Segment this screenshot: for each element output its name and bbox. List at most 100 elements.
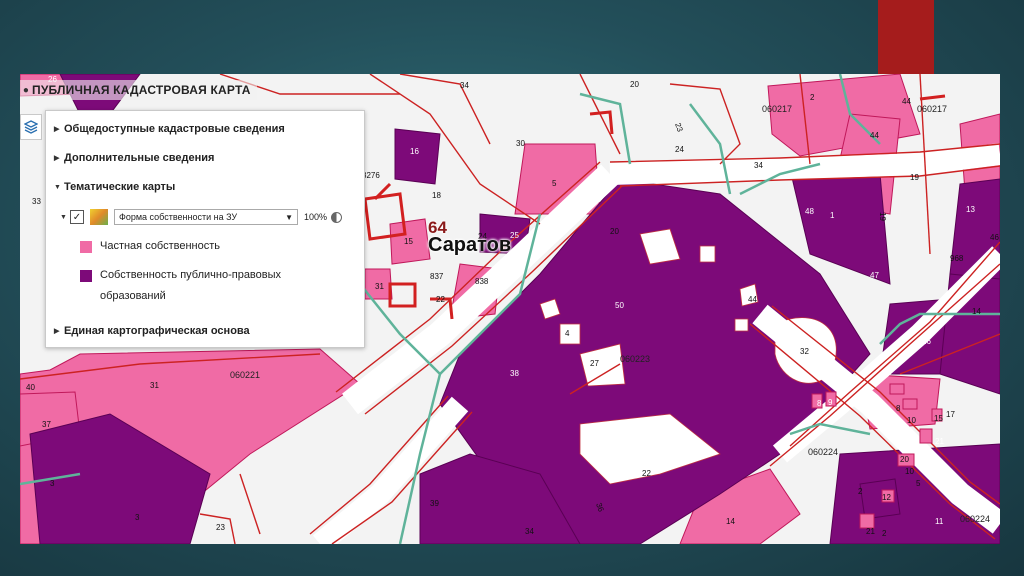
dropdown-arrow-icon: ▼ (285, 212, 293, 222)
red-decor-tab (878, 0, 934, 74)
svg-text:15: 15 (404, 237, 413, 246)
svg-text:27: 27 (590, 359, 599, 368)
svg-text:31: 31 (375, 282, 384, 291)
expand-arrow-icon: ▶ (54, 126, 60, 133)
section-label: Единая картографическая основа (64, 325, 250, 337)
section-base-map[interactable]: ▶ Единая картографическая основа (54, 325, 250, 337)
svg-text:3: 3 (50, 479, 55, 488)
section-label: Дополнительные сведения (64, 152, 215, 164)
svg-text:9: 9 (828, 398, 833, 407)
svg-text:14: 14 (972, 307, 981, 316)
svg-text:48: 48 (805, 207, 814, 216)
svg-text:23: 23 (216, 523, 225, 532)
svg-text:44: 44 (902, 97, 911, 106)
svg-text:13: 13 (966, 205, 975, 214)
svg-text:8: 8 (896, 404, 901, 413)
thematic-layer-row: ▼ ✓ Форма собственности на ЗУ ▼ 100% (60, 208, 343, 226)
svg-text:22: 22 (642, 469, 651, 478)
city-label: Саратов (428, 234, 512, 256)
svg-text:12: 12 (882, 493, 891, 502)
layer-thumbnail-icon (90, 209, 108, 225)
svg-text:30: 30 (516, 139, 525, 148)
svg-text:40: 40 (26, 383, 35, 392)
svg-text:50: 50 (615, 301, 624, 310)
svg-text:20: 20 (610, 227, 619, 236)
svg-text:21: 21 (935, 437, 944, 446)
opacity-toggle-icon[interactable] (331, 211, 343, 223)
parcel-16 (394, 128, 441, 185)
svg-text:24: 24 (675, 145, 684, 154)
legend-public: Собственность публично-правовых образова… (80, 269, 281, 307)
map-title-bar: ● ПУБЛИЧНАЯ КАДАСТРОВАЯ КАРТА (20, 80, 257, 100)
section-public-cadastral[interactable]: ▶ Общедоступные кадастровые сведения (54, 123, 285, 135)
ownership-select[interactable]: Форма собственности на ЗУ ▼ (114, 209, 298, 225)
app-title: ПУБЛИЧНАЯ КАДАСТРОВАЯ КАРТА (32, 83, 251, 97)
svg-text:44: 44 (748, 295, 757, 304)
svg-text:20: 20 (630, 80, 639, 89)
svg-text:20: 20 (900, 455, 909, 464)
svg-text:1: 1 (830, 211, 835, 220)
svg-text:14: 14 (726, 517, 735, 526)
svg-text:33: 33 (32, 197, 41, 206)
legend-private: Частная собственность (80, 240, 220, 257)
layer-checkbox[interactable]: ✓ (70, 210, 84, 224)
svg-text:47: 47 (870, 271, 879, 280)
select-value: Форма собственности на ЗУ (119, 212, 238, 222)
opacity-value: 100% (304, 212, 328, 222)
svg-text:22: 22 (436, 295, 445, 304)
svg-text:34: 34 (525, 527, 534, 536)
svg-text:18: 18 (432, 191, 441, 200)
svg-text:46: 46 (990, 233, 999, 242)
svg-text:060224: 060224 (808, 447, 838, 457)
legend-swatch-public (80, 270, 92, 282)
menu-dot-icon[interactable]: ● (20, 85, 32, 96)
svg-text:37: 37 (42, 420, 51, 429)
svg-text:19: 19 (910, 173, 919, 182)
svg-text:838: 838 (475, 277, 489, 286)
svg-text:17: 17 (946, 410, 955, 419)
svg-text:5: 5 (916, 479, 921, 488)
svg-text:19: 19 (878, 212, 887, 221)
svg-text:16: 16 (410, 147, 419, 156)
collapse-arrow-icon[interactable]: ▼ (60, 214, 70, 221)
svg-text:2: 2 (858, 487, 863, 496)
legend-label: Собственность публично-правовых образова… (100, 269, 282, 302)
svg-text:10: 10 (905, 467, 914, 476)
svg-text:5: 5 (552, 179, 557, 188)
legend-swatch-private (80, 241, 92, 253)
section-additional[interactable]: ▶ Дополнительные сведения (54, 152, 214, 164)
svg-text:15: 15 (934, 414, 943, 423)
svg-text:8: 8 (817, 399, 822, 408)
svg-text:44: 44 (870, 131, 879, 140)
section-label: Тематические карты (64, 181, 176, 193)
svg-text:31: 31 (150, 381, 159, 390)
svg-text:2: 2 (810, 93, 815, 102)
svg-text:3: 3 (135, 513, 140, 522)
svg-text:21: 21 (866, 527, 875, 536)
svg-text:060217: 060217 (762, 104, 792, 114)
svg-text:4: 4 (565, 329, 570, 338)
expand-arrow-icon: ▶ (54, 328, 60, 335)
svg-text:11: 11 (935, 517, 944, 526)
collapse-arrow-icon: ▼ (54, 183, 61, 191)
section-label: Общедоступные кадастровые сведения (64, 123, 285, 135)
svg-text:32: 32 (800, 347, 809, 356)
svg-text:38: 38 (510, 369, 519, 378)
svg-text:837: 837 (430, 272, 444, 281)
svg-text:34: 34 (460, 81, 469, 90)
svg-text:25: 25 (510, 231, 519, 240)
legend-label: Частная собственность (100, 240, 221, 252)
svg-text:2: 2 (882, 529, 887, 538)
svg-text:10: 10 (907, 416, 916, 425)
layers-panel: ▶ Общедоступные кадастровые сведения ▶ Д… (45, 110, 365, 348)
svg-text:060221: 060221 (230, 370, 260, 380)
layers-icon (24, 120, 38, 134)
layers-button[interactable] (20, 114, 42, 140)
svg-text:060223: 060223 (620, 354, 650, 364)
cadastral-map[interactable]: 26 34 20 2 44 30 24 23 34 44 19 13 46 32… (20, 74, 1000, 544)
expand-arrow-icon: ▶ (54, 155, 60, 162)
svg-text:34: 34 (754, 161, 763, 170)
svg-text:060217: 060217 (917, 104, 947, 114)
section-thematic-maps[interactable]: ▼ Тематические карты (54, 181, 175, 193)
svg-text:39: 39 (430, 499, 439, 508)
